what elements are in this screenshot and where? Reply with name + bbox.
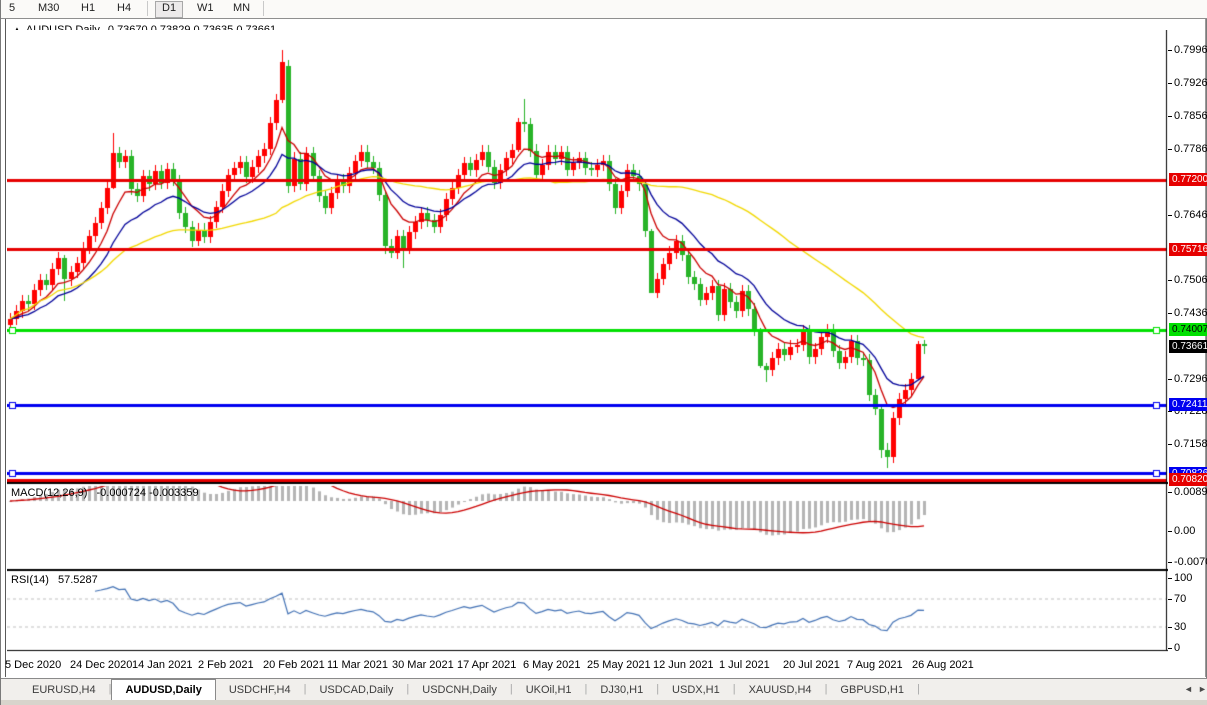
timeframe-button-5[interactable]: 5 — [3, 1, 21, 16]
price-tick-label: 0.71580 — [1174, 438, 1207, 450]
price-line-badge[interactable]: 0.72411 — [1169, 398, 1207, 411]
macd-header: MACD(12,26,9) -0.000724 -0.003359 — [11, 487, 199, 499]
tab-eurusd-h4[interactable]: EURUSD,H4 — [19, 680, 109, 701]
price-tick-label: 0.76460 — [1174, 209, 1207, 221]
macd-tick-label: 0.008904 — [1174, 486, 1207, 498]
tab-audusd-daily[interactable]: AUDUSD,Daily — [111, 679, 216, 701]
date-label: 20 Feb 2021 — [263, 659, 325, 671]
date-label: 1 Jul 2021 — [719, 659, 770, 671]
tab-usdx-h1[interactable]: USDX,H1 — [659, 680, 733, 701]
macd-tick-mark — [1168, 562, 1172, 563]
price-tick-mark — [1168, 411, 1172, 412]
date-label: 11 Mar 2021 — [327, 659, 388, 671]
tab-usdcad-daily[interactable]: USDCAD,Daily — [306, 680, 406, 701]
tab-gbpusd-h1[interactable]: GBPUSD,H1 — [827, 680, 917, 701]
date-label: 7 Aug 2021 — [847, 659, 903, 671]
tab-usdchf-h4[interactable]: USDCHF,H4 — [216, 680, 304, 701]
price-tick-mark — [1168, 116, 1172, 117]
rsi-tick-mark — [1168, 648, 1172, 649]
rsi-tick-label: 100 — [1174, 572, 1193, 584]
price-line-badge[interactable]: 0.74007 — [1169, 323, 1207, 336]
rsi-tick-mark — [1168, 627, 1172, 628]
rsi-tick-label: 70 — [1174, 593, 1187, 605]
date-label: 25 May 2021 — [587, 659, 651, 671]
toolbar-separator — [263, 1, 264, 16]
date-label: 5 Dec 2020 — [5, 659, 62, 671]
macd-label: MACD(12,26,9) — [11, 487, 88, 499]
timeframe-button-w1[interactable]: W1 — [191, 1, 220, 16]
price-tick-mark — [1168, 379, 1172, 380]
timeframe-button-h1[interactable]: H1 — [75, 1, 101, 16]
price-tick-label: 0.77860 — [1174, 143, 1207, 155]
chart-tab-bar: EURUSD,H4 | AUDUSD,Daily USDCHF,H4 | USDCAD,D… — [1, 678, 1207, 701]
rsi-tick-mark — [1168, 578, 1172, 579]
date-label: 2 Feb 2021 — [198, 659, 254, 671]
macd-tick-mark — [1168, 492, 1172, 493]
tab-scroll-right-icon[interactable]: ► — [1198, 684, 1207, 694]
price-tick-mark — [1168, 83, 1172, 84]
rsi-value: 57.5287 — [57, 574, 98, 586]
tab-ukoil-h1[interactable]: UKOil,H1 — [513, 680, 585, 701]
tab-left-pad — [1, 692, 19, 693]
tab-usdcnh-daily[interactable]: USDCNH,Daily — [409, 680, 510, 701]
price-tick-label: 0.79260 — [1174, 77, 1207, 89]
price-tick-mark — [1168, 444, 1172, 445]
chart-canvas[interactable] — [7, 30, 1168, 652]
price-line-badge[interactable]: 0.75716 — [1169, 243, 1207, 256]
price-tick-label: 0.74360 — [1174, 307, 1207, 319]
date-label: 20 Jul 2021 — [783, 659, 840, 671]
rsi-tick-label: 30 — [1174, 621, 1187, 633]
macd-tick-mark — [1168, 531, 1172, 532]
price-tick-mark — [1168, 280, 1172, 281]
toolbar-separator — [147, 1, 148, 16]
timeframe-button-h4[interactable]: H4 — [111, 1, 137, 16]
date-label: 26 Aug 2021 — [912, 659, 974, 671]
timeframe-button-d1[interactable]: D1 — [155, 1, 184, 18]
current-price-badge: 0.73661 — [1169, 340, 1207, 353]
date-label: 14 Jan 2021 — [132, 659, 193, 671]
timeframe-toolbar: 5 M30 H1 H4 D1 W1 MN — [1, 0, 1207, 19]
price-tick-label: 0.75060 — [1174, 274, 1207, 286]
price-line-badge[interactable]: 0.70820 — [1169, 473, 1207, 486]
date-label: 12 Jun 2021 — [653, 659, 714, 671]
price-tick-mark — [1168, 50, 1172, 51]
tab-scroll-left-icon[interactable]: ◄ — [1184, 684, 1193, 694]
date-label: 30 Mar 2021 — [392, 659, 454, 671]
timeframe-button-m30[interactable]: M30 — [32, 1, 65, 16]
price-tick-label: 0.78560 — [1174, 110, 1207, 122]
macd-values: -0.000724 -0.003359 — [96, 487, 199, 499]
status-strip — [1, 700, 1207, 705]
rsi-tick-label: 0 — [1174, 642, 1181, 654]
timeframe-button-mn[interactable]: MN — [227, 1, 256, 16]
date-label: 24 Dec 2020 — [70, 659, 133, 671]
price-tick-mark — [1168, 313, 1172, 314]
tab-xauusd-h4[interactable]: XAUUSD,H4 — [736, 680, 825, 701]
rsi-tick-mark — [1168, 599, 1172, 600]
price-tick-label: 0.79960 — [1174, 44, 1207, 56]
tab-separator: | — [917, 683, 920, 695]
rsi-header: RSI(14) 57.5287 — [11, 574, 98, 586]
price-tick-label: 0.72960 — [1174, 373, 1207, 385]
price-tick-mark — [1168, 149, 1172, 150]
price-tick-mark — [1168, 215, 1172, 216]
tab-dj30-h1[interactable]: DJ30,H1 — [587, 680, 656, 701]
macd-tick-label: -0.007011 — [1174, 556, 1207, 568]
mt4-terminal: { "toolbar": { "timeframes": [ {"label":… — [0, 0, 1207, 705]
rsi-label: RSI(14) — [11, 574, 49, 586]
date-label: 17 Apr 2021 — [457, 659, 517, 671]
date-label: 6 May 2021 — [523, 659, 581, 671]
macd-tick-label: 0.00 — [1174, 525, 1196, 537]
price-line-badge[interactable]: 0.77200 — [1169, 173, 1207, 186]
